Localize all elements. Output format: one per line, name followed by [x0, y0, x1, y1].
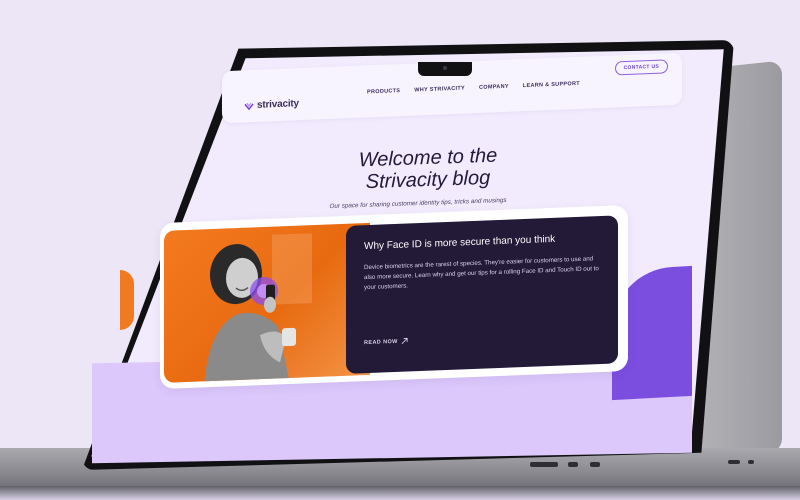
nav-company[interactable]: COMPANY [479, 84, 509, 91]
contact-us-button[interactable]: CONTACT US [614, 59, 668, 76]
site-logo[interactable]: strivacity [244, 98, 299, 111]
audio-port [748, 460, 754, 464]
usb-c-port-3 [728, 460, 740, 464]
usb-c-port-1 [568, 462, 578, 467]
page-title: Welcome to the Strivacity blog [338, 144, 518, 194]
nav-why-strivacity[interactable]: WHY STRIVACITY [414, 85, 465, 93]
read-now-label: READ NOW [364, 338, 398, 346]
post-title[interactable]: Why Face ID is more secure than you thin… [364, 232, 604, 252]
orange-decorative-shape [120, 270, 134, 330]
hdmi-port [530, 462, 558, 467]
camera-lens [443, 66, 447, 70]
nav-learn-support[interactable]: LEARN & SUPPORT [523, 81, 580, 89]
featured-post-card[interactable]: Why Face ID is more secure than you thin… [160, 205, 628, 389]
post-excerpt: Device biometrics are the rarest of spec… [364, 255, 599, 292]
nav-links: PRODUCTS WHY STRIVACITY COMPANY LEARN & … [367, 81, 580, 96]
strivacity-logo-icon [244, 102, 254, 110]
woman-with-phone-illustration [204, 233, 312, 383]
laptop-base-shadow [0, 486, 800, 500]
read-now-link[interactable]: READ NOW [364, 337, 408, 346]
usb-c-port-2 [590, 462, 600, 467]
featured-post-text-panel: Why Face ID is more secure than you thin… [346, 215, 618, 374]
nav-products[interactable]: PRODUCTS [367, 88, 400, 95]
logo-text: strivacity [257, 98, 299, 111]
arrow-up-right-icon [401, 337, 408, 345]
featured-post-image [164, 222, 370, 383]
